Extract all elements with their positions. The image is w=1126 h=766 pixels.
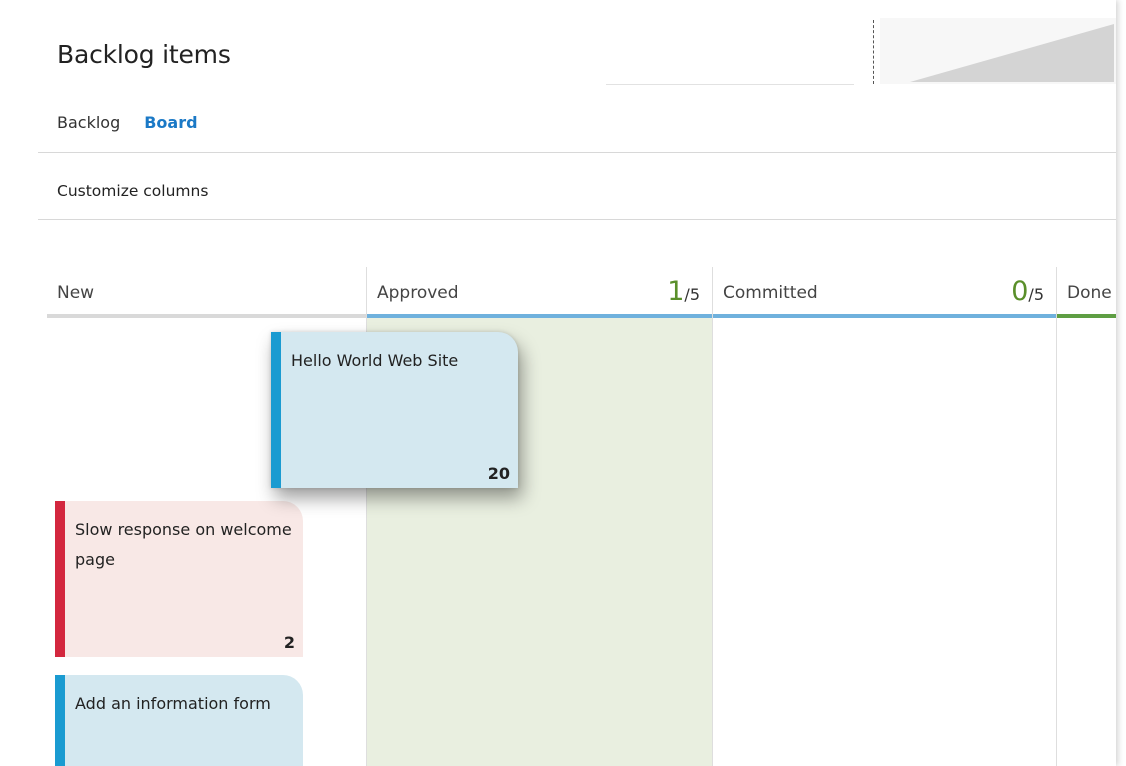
wip-current: 0 [1011, 276, 1029, 307]
customize-columns-button[interactable]: Customize columns [57, 182, 208, 200]
column-bar [713, 314, 1056, 318]
column-separator [712, 267, 713, 766]
burndown-chart-icon [910, 24, 1114, 82]
column-header-committed[interactable]: Committed 0/5 [713, 270, 1056, 318]
header-panel [606, 18, 854, 85]
column-bar [367, 314, 712, 318]
tab-board[interactable]: Board [144, 113, 197, 132]
tab-backlog[interactable]: Backlog [57, 113, 120, 132]
header-divider [873, 20, 874, 84]
wip-limit: 1/5 [667, 276, 700, 307]
column-bar [47, 314, 366, 318]
column-header-new[interactable]: New [47, 270, 366, 318]
wip-max: /5 [1028, 285, 1044, 304]
wip-limit: 0/5 [1011, 276, 1044, 307]
work-item-card-dragging[interactable]: Hello World Web Site 20 [271, 332, 518, 488]
card-effort: 20 [487, 464, 510, 483]
tabs-divider [38, 152, 1116, 153]
app-window: Backlog items Backlog Board Customize co… [0, 0, 1116, 766]
work-item-card[interactable]: Add an information form [55, 675, 303, 766]
toolbar-divider [38, 219, 1116, 220]
column-separator [1056, 267, 1057, 766]
column-title: Done [1067, 283, 1112, 303]
view-tabs: Backlog Board [57, 113, 198, 132]
column-header-approved[interactable]: Approved 1/5 [367, 270, 712, 318]
page-title: Backlog items [57, 40, 231, 69]
column-title: New [57, 283, 95, 303]
card-title: Add an information form [75, 694, 271, 713]
column-header-done[interactable]: Done [1057, 270, 1116, 318]
column-title: Committed [723, 283, 818, 303]
column-title: Approved [377, 283, 459, 303]
burndown-thumbnail[interactable] [880, 18, 1116, 84]
card-title: Hello World Web Site [291, 351, 459, 370]
work-item-card[interactable]: Slow response on welcome page 2 [55, 501, 303, 657]
wip-max: /5 [684, 285, 700, 304]
column-bar [1057, 314, 1116, 318]
card-title: Slow response on welcome page [75, 520, 292, 569]
card-effort: 2 [283, 633, 295, 652]
wip-current: 1 [667, 276, 685, 307]
